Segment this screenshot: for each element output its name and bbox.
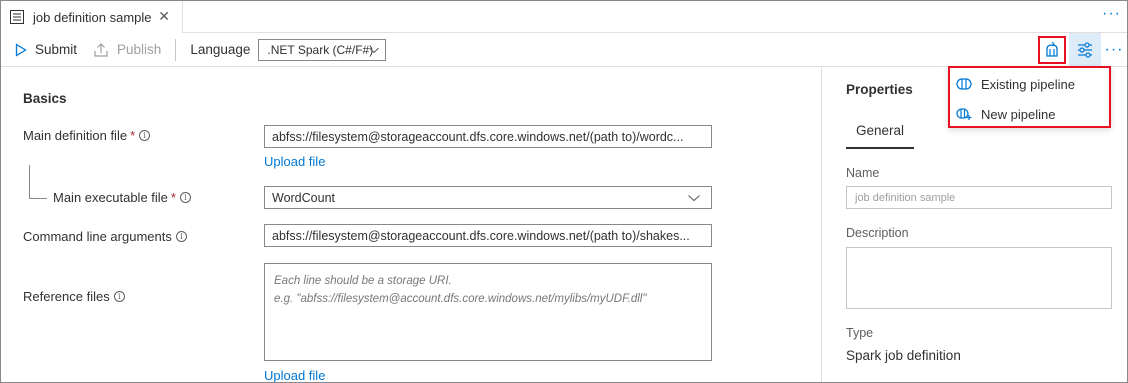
info-icon[interactable]: i	[175, 231, 187, 242]
close-icon[interactable]: ✕	[158, 8, 170, 24]
submit-button[interactable]: Submit	[1, 33, 85, 67]
existing-pipeline-label: Existing pipeline	[981, 76, 1075, 92]
required-mark: *	[130, 128, 136, 143]
command-line-label: Command line arguments i	[23, 229, 187, 244]
command-line-label-text: Command line arguments	[23, 229, 172, 244]
upload-file-link-2[interactable]: Upload file	[264, 368, 325, 383]
tab-general[interactable]: General	[846, 113, 914, 149]
name-label: Name	[846, 166, 880, 180]
required-mark: *	[170, 190, 176, 205]
upload-file-link[interactable]: Upload file	[264, 154, 325, 169]
reference-files-placeholder-line1: Each line should be a storage URI.	[274, 275, 452, 287]
chevron-down-icon	[369, 47, 380, 53]
document-icon	[10, 10, 24, 24]
tree-line-horizontal	[29, 198, 47, 199]
main-executable-label: Main executable file * i	[53, 190, 191, 205]
toolbar: Submit Publish Language .NET Spark (C#/F…	[1, 33, 1127, 67]
description-textarea[interactable]	[846, 247, 1112, 309]
tab-title: job definition sample	[33, 9, 152, 25]
toolbar-right: ···	[1035, 33, 1127, 67]
reference-files-textarea[interactable]: Each line should be a storage URI. e.g. …	[264, 263, 712, 361]
submit-label: Submit	[35, 42, 78, 57]
add-to-pipeline-menu: Existing pipeline New pipeline	[948, 66, 1111, 128]
description-label: Description	[846, 226, 909, 240]
toolbar-divider	[175, 38, 177, 61]
tabbar-more-icon[interactable]: ···	[1102, 5, 1121, 23]
main-definition-label-text: Main definition file	[23, 128, 128, 143]
tab-bar: job definition sample ✕ ···	[1, 1, 1127, 33]
chevron-down-icon	[688, 195, 700, 202]
language-label: Language	[190, 42, 251, 57]
tree-line-vertical	[29, 165, 30, 198]
basics-panel: Basics Main definition file * i abfss://…	[1, 67, 821, 383]
new-pipeline-label: New pipeline	[981, 106, 1056, 122]
tab-general-label: General	[855, 123, 905, 138]
info-icon[interactable]: i	[179, 192, 191, 203]
info-icon[interactable]: i	[113, 291, 125, 302]
menu-item-existing-pipeline[interactable]: Existing pipeline	[950, 69, 1109, 99]
name-input[interactable]: job definition sample	[846, 186, 1112, 209]
properties-title: Properties	[846, 82, 913, 97]
main-executable-label-text: Main executable file	[53, 190, 168, 205]
properties-icon	[1078, 42, 1092, 58]
section-title-basics: Basics	[23, 91, 67, 106]
new-pipeline-icon	[956, 108, 972, 120]
tab-job-definition[interactable]: job definition sample ✕	[1, 1, 183, 33]
menu-item-new-pipeline[interactable]: New pipeline	[950, 99, 1109, 129]
add-to-pipeline-button[interactable]	[1038, 36, 1066, 64]
add-to-pipeline-icon	[1046, 41, 1058, 57]
main-definition-input[interactable]: abfss://filesystem@storageaccount.dfs.co…	[264, 125, 712, 148]
language-select[interactable]: .NET Spark (C#/F#)	[258, 38, 387, 61]
main-executable-select[interactable]: WordCount	[264, 186, 712, 209]
publish-label: Publish	[117, 42, 162, 57]
publish-button[interactable]: Publish	[85, 33, 169, 67]
reference-files-label: Reference files i	[23, 289, 125, 304]
type-value: Spark job definition	[846, 348, 961, 363]
command-line-input[interactable]: abfss://filesystem@storageaccount.dfs.co…	[264, 224, 712, 247]
more-options-icon[interactable]: ···	[1101, 41, 1127, 59]
type-label: Type	[846, 326, 874, 340]
main-definition-label: Main definition file * i	[23, 128, 151, 143]
properties-button[interactable]	[1069, 33, 1101, 67]
language-value: .NET Spark (C#/F#)	[267, 42, 374, 57]
existing-pipeline-icon	[956, 78, 972, 90]
main-executable-value: WordCount	[272, 190, 335, 205]
reference-files-label-text: Reference files	[23, 289, 110, 304]
reference-files-placeholder-line2: e.g. "abfss://filesystem@account.dfs.cor…	[274, 293, 647, 305]
play-icon	[15, 42, 27, 57]
info-icon[interactable]: i	[139, 130, 151, 141]
upload-icon	[94, 42, 108, 57]
